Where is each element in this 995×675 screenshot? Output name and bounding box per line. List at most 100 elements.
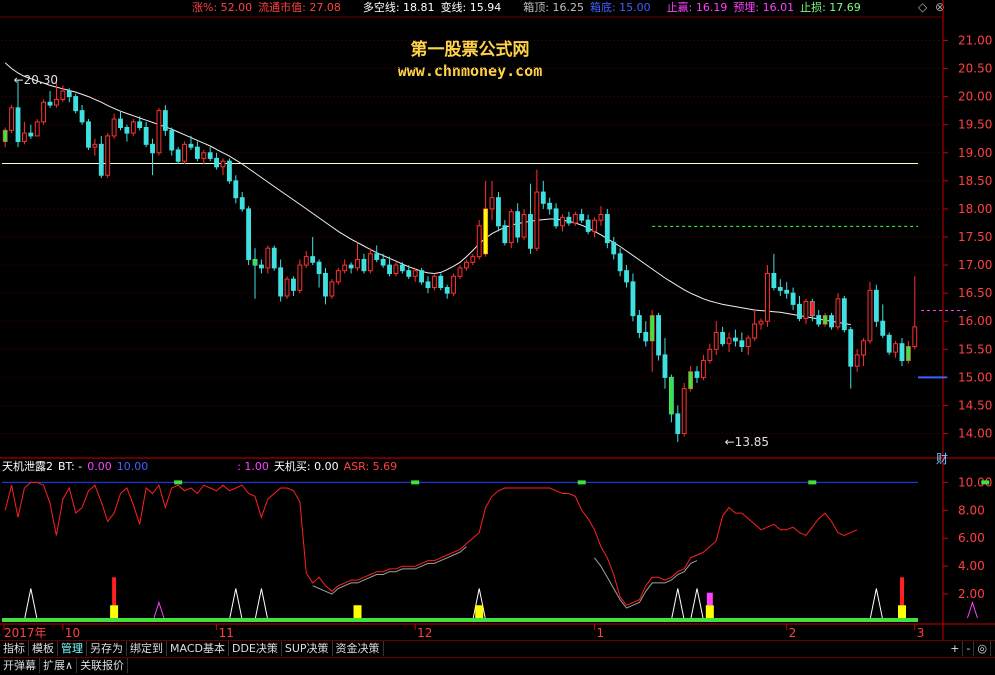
candle-body: [265, 247, 271, 269]
candle-body: [207, 152, 213, 159]
candle-body: [873, 289, 879, 322]
indicator-series-0: [4, 481, 858, 606]
green-signal: [981, 480, 990, 485]
tool-button-8[interactable]: 资金决策: [333, 641, 384, 656]
tool-button-3[interactable]: 另存为: [87, 641, 127, 656]
candle-body: [143, 127, 149, 145]
x-tick-label: 3: [917, 626, 925, 640]
tool-button-7[interactable]: SUP决策: [282, 641, 333, 656]
ctl-button-1[interactable]: -: [963, 641, 975, 656]
tool-button-1[interactable]: 模板: [29, 641, 58, 656]
y-tick-label: 15.50: [958, 342, 992, 356]
candle-body: [15, 107, 21, 143]
candle-body: [355, 258, 360, 269]
ctl-button-2[interactable]: ◎: [974, 641, 991, 656]
y-tick-label: 16.50: [958, 286, 992, 300]
candle-body: [367, 253, 373, 272]
price-annotation: 财: [936, 452, 948, 466]
price-candlestick-chart[interactable]: 21.0020.5020.0019.5019.0018.5018.0017.50…: [0, 0, 995, 674]
candle-body: [233, 180, 239, 199]
indicator-stat-0: 天机泄露2: [2, 460, 53, 473]
candle-body: [560, 216, 565, 227]
candle-body: [175, 149, 181, 162]
toolbar-row-2: 开弹幕 扩展∧ 关联报价: [0, 657, 995, 675]
tool-button-0[interactable]: 指标: [0, 641, 29, 656]
highlight-candle: [3, 130, 8, 142]
y-tick-label: 18.50: [958, 174, 992, 188]
y-tick-label: 14.50: [958, 398, 992, 412]
candle-body: [585, 219, 591, 232]
candle-body: [431, 275, 437, 289]
price-annotation: ←13.85: [725, 435, 769, 449]
candle-body: [214, 157, 220, 168]
indicator-baseline: [2, 618, 918, 622]
ind-y-tick-label: 6.00: [958, 531, 985, 545]
tool-button-6[interactable]: DDE决策: [229, 641, 282, 656]
candle-body: [547, 202, 553, 210]
extra-button-2[interactable]: 关联报价: [77, 658, 129, 673]
yellow-signal-block: [705, 605, 714, 618]
candle-body: [188, 143, 194, 148]
ind-y-tick-label: 4.00: [958, 559, 985, 573]
extra-button-0[interactable]: 开弹幕: [0, 658, 40, 673]
magenta-signal-bar: [706, 592, 713, 606]
candle-body: [598, 214, 604, 221]
extra-button-1[interactable]: 扩展∧: [40, 658, 78, 673]
tool-button-4[interactable]: 绑定到: [127, 641, 167, 656]
candle-body: [162, 110, 168, 131]
candle-body: [98, 143, 104, 176]
green-signal: [411, 480, 420, 485]
candle-body: [579, 214, 585, 221]
candle-body: [656, 315, 661, 356]
candle-body: [816, 315, 822, 325]
tool-button-5[interactable]: MACD基本: [167, 641, 229, 656]
candle-body: [297, 264, 303, 291]
candle-body: [137, 121, 143, 128]
candle-body: [111, 118, 117, 137]
candle-body: [636, 315, 642, 333]
candle-body: [438, 275, 444, 289]
candle-body: [387, 264, 392, 275]
toolbar-row: 指标 模板 管理 另存为 绑定到 MACD基本 DDE决策 SUP决策 资金决策 + - ◎: [0, 640, 995, 657]
candle-body: [348, 264, 354, 269]
ctl-button-0[interactable]: +: [947, 641, 964, 656]
tool-button-2[interactable]: 管理: [58, 641, 87, 656]
y-tick-label: 20.50: [958, 62, 992, 76]
candle-body: [611, 242, 617, 255]
candle-body: [803, 301, 809, 319]
candle-body: [835, 298, 841, 328]
candle-body: [515, 211, 521, 238]
candle-body: [643, 331, 649, 342]
y-tick-label: 20.00: [958, 90, 992, 104]
highlight-candle: [906, 346, 911, 361]
candle-body: [617, 253, 623, 272]
candle-body: [457, 267, 463, 277]
candle-body: [534, 191, 540, 249]
candle-body: [528, 214, 533, 249]
x-tick-label: 1: [597, 626, 605, 640]
magenta-arrow-marker: [153, 600, 165, 619]
red-signal-bar: [899, 577, 904, 606]
candle-body: [239, 197, 245, 210]
candle-body: [899, 343, 905, 362]
indicator-stat-2: 0.00: [87, 460, 112, 473]
candle-body: [726, 337, 732, 345]
candle-body: [201, 152, 207, 159]
green-signal: [174, 480, 183, 485]
candle-body: [79, 110, 85, 123]
candle-body: [521, 214, 527, 238]
y-tick-label: 16.00: [958, 314, 992, 328]
candle-body: [476, 225, 482, 258]
candle-body: [130, 121, 136, 134]
candle-body: [118, 118, 123, 128]
candle-body: [60, 90, 66, 100]
candle-body: [784, 289, 790, 294]
candle-body: [765, 273, 770, 322]
candle-body: [566, 216, 572, 224]
candle-body: [572, 214, 578, 224]
highlight-candle: [669, 377, 674, 414]
candle-body: [893, 343, 899, 353]
candle-body: [34, 121, 40, 137]
highlight-candle: [650, 315, 655, 341]
candle-body: [412, 270, 418, 277]
